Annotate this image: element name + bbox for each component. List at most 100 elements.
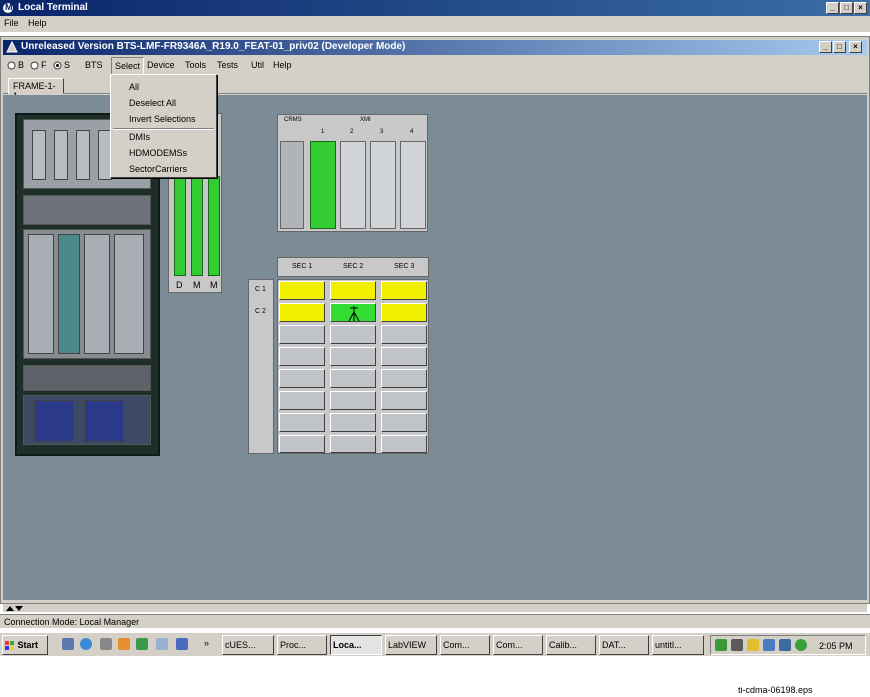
outer-window-title: Local Terminal	[18, 2, 88, 13]
xmi-slot-4[interactable]	[400, 141, 426, 229]
xmi-slot-3[interactable]	[370, 141, 396, 229]
app-icon[interactable]	[156, 638, 168, 650]
sector-carrier-empty[interactable]	[381, 347, 427, 366]
task-button-com2[interactable]: Com...	[493, 635, 543, 655]
sector-carrier-empty[interactable]	[381, 369, 427, 388]
radio-b[interactable]	[7, 61, 16, 70]
sector-carrier-empty[interactable]	[381, 391, 427, 410]
inner-close-button[interactable]: ×	[849, 41, 862, 53]
dmi-slot-3[interactable]	[208, 176, 220, 276]
desktop-icon[interactable]	[62, 638, 74, 650]
dmi-slot-1[interactable]	[174, 176, 186, 276]
close-button[interactable]: ×	[854, 2, 867, 14]
app-icon[interactable]	[176, 638, 188, 650]
taskbar: Start » cUES... Proc... Loca... LabVIEW …	[0, 632, 870, 656]
app-icon	[6, 41, 18, 53]
task-button-proc[interactable]: Proc...	[277, 635, 327, 655]
task-button-calib[interactable]: Calib...	[546, 635, 596, 655]
menu-help-inner[interactable]: Help	[273, 60, 292, 70]
tab-frame-1-1[interactable]: FRAME-1-1	[8, 78, 64, 101]
menu-separator	[113, 128, 214, 130]
task-button-local[interactable]: Loca...	[330, 635, 382, 655]
sector-carrier-2-1[interactable]	[279, 303, 325, 322]
menu-tests[interactable]: Tests	[217, 60, 238, 70]
radio-f[interactable]	[30, 61, 39, 70]
menu-bts[interactable]: BTS	[85, 60, 103, 70]
sector-carrier-empty[interactable]	[381, 435, 427, 453]
antenna-icon	[348, 306, 360, 322]
task-button-labview[interactable]: LabVIEW	[385, 635, 437, 655]
internet-explorer-icon[interactable]	[80, 638, 92, 650]
sector-carrier-1-2[interactable]	[330, 281, 376, 300]
motorola-logo-icon	[2, 2, 14, 14]
inner-menubar: B F S BTS Select Device Tools Tests Util…	[3, 57, 867, 75]
inner-maximize-button[interactable]: □	[833, 41, 846, 53]
sector-carrier-empty[interactable]	[279, 413, 325, 432]
radio-b-label: B	[18, 60, 25, 70]
tray-icon[interactable]	[715, 639, 727, 651]
sector-carrier-1-1[interactable]	[279, 281, 325, 300]
sector-carrier-empty[interactable]	[279, 347, 325, 366]
sector-carrier-empty[interactable]	[279, 369, 325, 388]
task-button-dat[interactable]: DAT...	[599, 635, 649, 655]
app-icon[interactable]	[118, 638, 130, 650]
app-icon[interactable]	[100, 638, 112, 650]
inner-minimize-button[interactable]: _	[819, 41, 832, 53]
menu-item-all[interactable]: All	[129, 82, 139, 92]
app-icon[interactable]	[136, 638, 148, 650]
splitter[interactable]	[3, 604, 867, 612]
windows-logo-icon	[5, 640, 14, 650]
menu-util[interactable]: Util	[251, 60, 264, 70]
speaker-icon[interactable]	[731, 639, 743, 651]
radio-s[interactable]	[53, 61, 62, 70]
menu-tools[interactable]: Tools	[185, 60, 206, 70]
sector-carrier-2-3[interactable]	[381, 303, 427, 322]
start-button[interactable]: Start	[2, 635, 48, 655]
sector-carrier-empty[interactable]	[381, 413, 427, 432]
crms-slot[interactable]	[280, 141, 304, 229]
xmi-slot-1[interactable]	[310, 141, 336, 229]
sector-carrier-empty[interactable]	[330, 391, 376, 410]
more-chevron-icon[interactable]: »	[204, 638, 209, 648]
menu-help[interactable]: Help	[28, 18, 47, 28]
menu-select[interactable]: Select	[111, 57, 145, 75]
task-button-untitled[interactable]: untitl...	[652, 635, 704, 655]
menu-item-invert-selections[interactable]: Invert Selections	[129, 114, 196, 124]
menu-device[interactable]: Device	[147, 60, 175, 70]
sector-carrier-1-3[interactable]	[381, 281, 427, 300]
task-button-cues[interactable]: cUES...	[222, 635, 274, 655]
sector-carrier-empty[interactable]	[279, 435, 325, 453]
menu-item-deselect-all[interactable]: Deselect All	[129, 98, 176, 108]
sector-carrier-empty[interactable]	[330, 347, 376, 366]
task-button-com1[interactable]: Com...	[440, 635, 490, 655]
sector-carrier-2-2[interactable]	[330, 303, 376, 322]
sector-carrier-empty[interactable]	[381, 325, 427, 344]
sector-carrier-empty[interactable]	[330, 325, 376, 344]
tray-icon[interactable]	[795, 639, 807, 651]
sector-carrier-empty[interactable]	[330, 369, 376, 388]
system-tray: 2:05 PM	[710, 635, 866, 655]
tray-icon[interactable]	[747, 639, 759, 651]
menu-item-sectorcarriers[interactable]: SectorCarriers	[129, 164, 187, 174]
dmi-slot-2[interactable]	[191, 176, 203, 276]
network-icon[interactable]	[763, 639, 775, 651]
sector-carrier-empty[interactable]	[330, 413, 376, 432]
sector-carrier-empty[interactable]	[330, 435, 376, 453]
xmi-panel: CRMS XMI 1 2 3 4	[277, 114, 428, 232]
splitter-arrows-icon[interactable]	[5, 604, 23, 612]
sector-carrier-empty[interactable]	[279, 391, 325, 410]
menu-item-hdmodems[interactable]: HDMODEMSs	[129, 148, 187, 158]
dmi-label-m2: M	[210, 280, 218, 290]
network-icon[interactable]	[779, 639, 791, 651]
sector-carrier-empty[interactable]	[279, 325, 325, 344]
minimize-button[interactable]: _	[826, 2, 839, 14]
menu-item-dmis[interactable]: DMIs	[129, 132, 150, 142]
maximize-button[interactable]: □	[840, 2, 853, 14]
clock: 2:05 PM	[819, 641, 853, 651]
xmi-slot-2[interactable]	[340, 141, 366, 229]
xmi-slot-label-2: 2	[350, 129, 354, 135]
inner-title-bar: Unreleased Version BTS-LMF-FR9346A_R19.0…	[3, 40, 867, 55]
board	[76, 130, 90, 180]
menu-file[interactable]: File	[4, 18, 19, 28]
sec3-header: SEC 3	[394, 263, 415, 270]
